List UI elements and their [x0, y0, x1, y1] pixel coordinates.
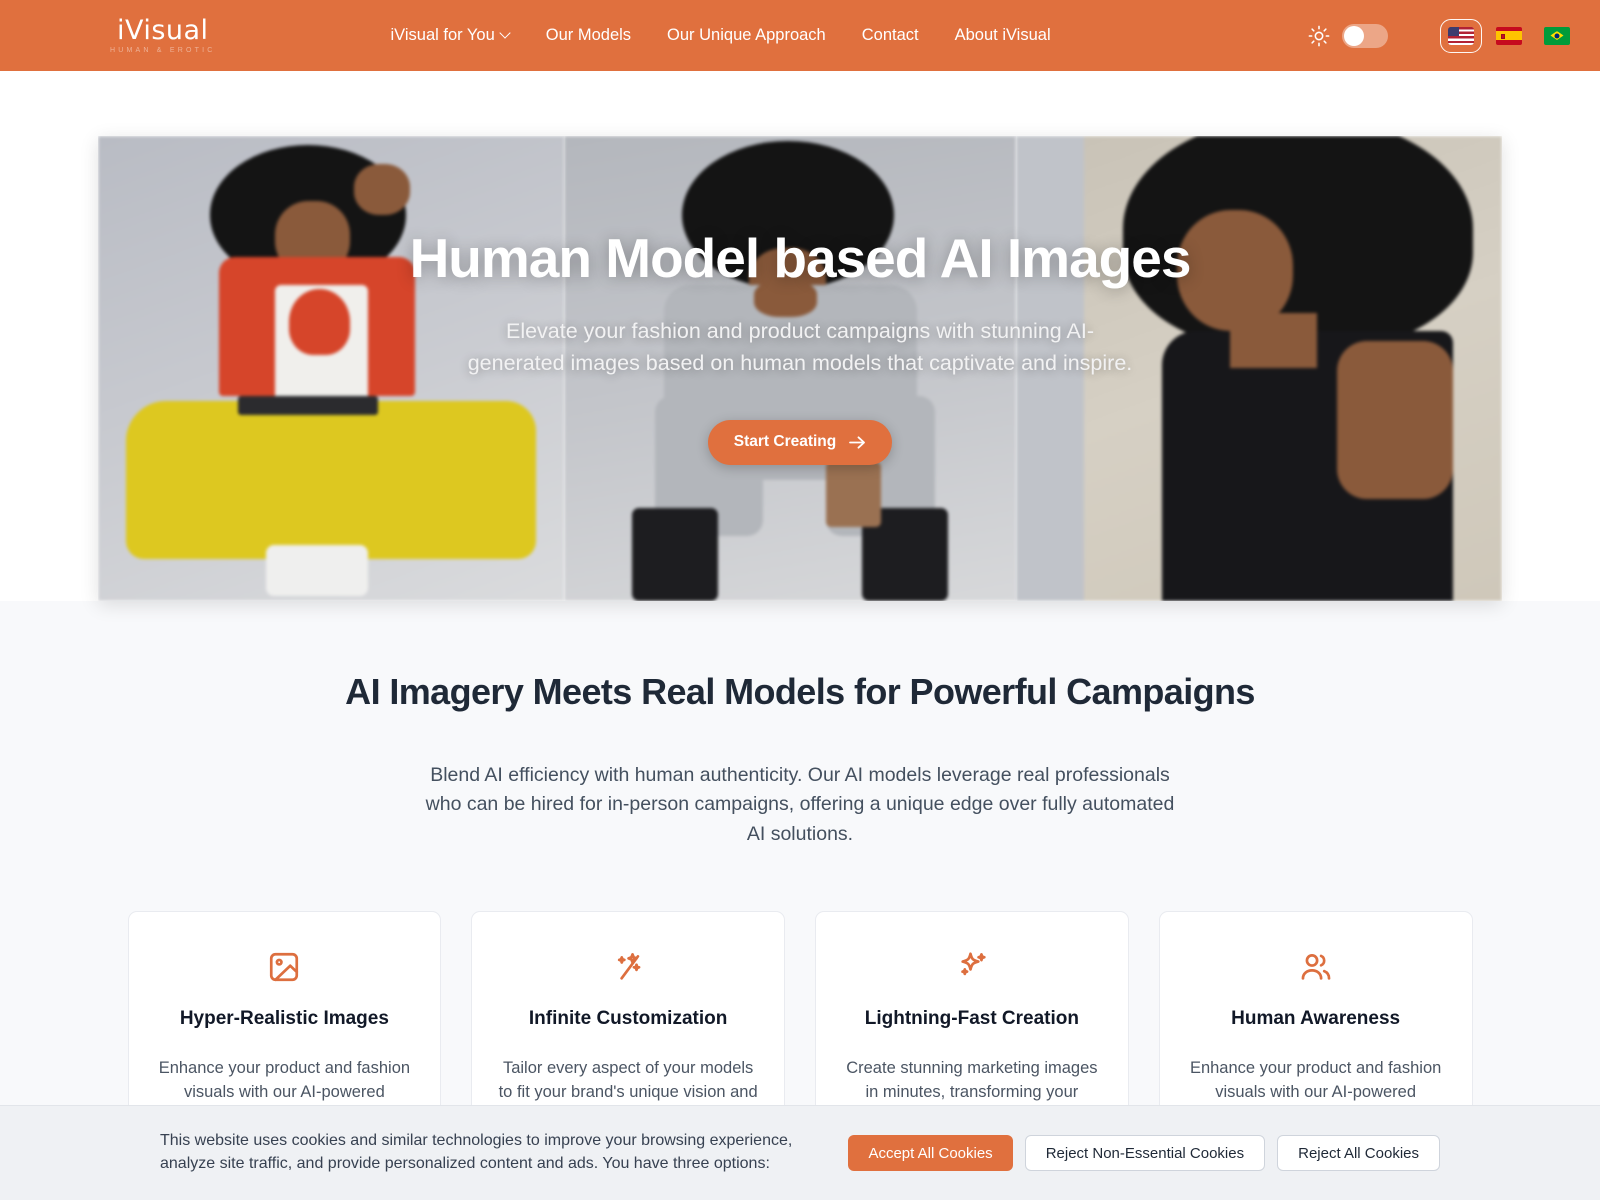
us-flag-canton	[1448, 26, 1459, 36]
card-icon-wrap	[842, 948, 1102, 986]
logo-text: iVisual	[116, 15, 209, 46]
language-button-us[interactable]	[1440, 18, 1482, 53]
card-title: Lightning-Fast Creation	[864, 1007, 1079, 1029]
hero-subtitle: Elevate your fashion and product campaig…	[467, 318, 1133, 376]
users-icon	[1301, 953, 1331, 980]
chevron-down-icon	[501, 29, 510, 38]
logo-tagline: HUMAN & EROTIC	[110, 47, 216, 54]
language-switcher	[1440, 18, 1570, 53]
br-flag-globe	[1554, 33, 1560, 38]
es-flag-band	[1496, 31, 1522, 40]
hero-banner: Human Model based AI Images Elevate your…	[98, 136, 1502, 601]
language-button-br[interactable]	[1544, 26, 1570, 45]
cookie-banner-text: This website uses cookies and similar te…	[160, 1132, 793, 1172]
theme-toggle-switch[interactable]	[1342, 23, 1388, 48]
features-section: AI Imagery Meets Real Models for Powerfu…	[0, 601, 1600, 1160]
magic-wand-icon	[617, 952, 641, 980]
section-subtitle: Blend AI efficiency with human authentic…	[425, 764, 1175, 845]
cta-label: Start Creating	[733, 433, 837, 451]
accept-all-cookies-button[interactable]: Accept All Cookies	[848, 1135, 1013, 1171]
site-logo[interactable]: iVisual HUMAN & EROTIC	[110, 17, 215, 54]
reject-all-cookies-button[interactable]: Reject All Cookies	[1277, 1135, 1440, 1171]
start-creating-button[interactable]: Start Creating	[708, 419, 892, 465]
nav-item-our-models[interactable]: Our Models	[546, 26, 631, 45]
es-flag-crest	[1501, 33, 1505, 39]
site-header: iVisual HUMAN & EROTIC iVisual for You O…	[0, 0, 1600, 71]
hero-title: Human Model based AI Images	[409, 227, 1192, 289]
nav-item-contact[interactable]: Contact	[862, 26, 919, 45]
sparkles-icon	[961, 952, 986, 975]
image-icon	[270, 952, 299, 981]
card-icon-wrap	[155, 948, 415, 986]
nav-label: iVisual for You	[390, 26, 495, 44]
nav-item-our-unique-approach[interactable]: Our Unique Approach	[667, 26, 826, 45]
reject-non-essential-cookies-button[interactable]: Reject Non-Essential Cookies	[1024, 1135, 1266, 1171]
card-icon-wrap	[1186, 948, 1446, 986]
hero-content: Human Model based AI Images Elevate your…	[98, 136, 1502, 465]
arrow-right-icon	[849, 436, 866, 449]
header-controls	[1308, 18, 1570, 53]
card-title: Hyper-Realistic Images	[179, 1007, 389, 1029]
language-button-es[interactable]	[1496, 26, 1522, 45]
nav-item-about-ivisual[interactable]: About iVisual	[955, 26, 1051, 45]
card-title: Infinite Customization	[528, 1007, 728, 1029]
sun-icon	[1308, 25, 1330, 46]
card-title: Human Awareness	[1231, 1007, 1401, 1029]
cookie-banner-actions: Accept All Cookies Reject Non-Essential …	[848, 1135, 1440, 1171]
section-title: AI Imagery Meets Real Models for Powerfu…	[345, 671, 1255, 712]
nav-item-ivisual-for-you[interactable]: iVisual for You	[390, 26, 509, 45]
hero-section: Human Model based AI Images Elevate your…	[0, 71, 1600, 601]
main-navigation: iVisual for You Our Models Our Unique Ap…	[390, 26, 1050, 45]
cookie-consent-banner: This website uses cookies and similar te…	[0, 1105, 1600, 1200]
card-icon-wrap	[498, 948, 758, 986]
toggle-knob	[1344, 25, 1364, 46]
